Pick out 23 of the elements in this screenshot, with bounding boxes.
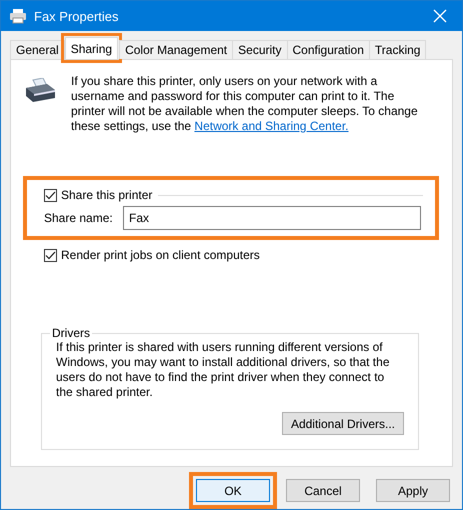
additional-drivers-button[interactable]: Additional Drivers... — [282, 412, 404, 435]
checkbox-label: Share this printer — [61, 188, 152, 202]
share-name-field[interactable]: Fax — [123, 206, 421, 230]
sharing-description: If you share this printer, only users on your network with a username and password for this computer can print to it. The printer will not be available when the computer sleeps. To change these settings, use the Network and Sharing Center. — [71, 74, 419, 134]
tab[interactable]: Configuration — [286, 40, 370, 59]
group-title: Drivers — [51, 326, 91, 340]
printer-icon — [23, 78, 57, 104]
window-title: Fax Properties — [34, 8, 120, 24]
network-sharing-center-link[interactable]: Network and Sharing Center. — [194, 119, 349, 133]
share-name-label: Share name: — [44, 211, 114, 225]
tab[interactable]: General — [10, 40, 65, 59]
tab[interactable]: Security — [232, 40, 288, 59]
tab[interactable]: Color Management — [119, 40, 234, 59]
dialog-button[interactable]: Apply — [376, 479, 450, 502]
close-icon — [433, 9, 447, 23]
checkbox[interactable] — [44, 248, 57, 262]
dialog-button[interactable]: OK — [189, 472, 277, 509]
dialog-button[interactable]: Cancel — [286, 479, 360, 502]
checkbox[interactable] — [44, 188, 57, 202]
checkbox-label: Render print jobs on client computers — [61, 248, 260, 262]
tab[interactable]: Tracking — [368, 40, 426, 59]
drivers-description: If this printer is shared with users running different versions of Windows, you may want to install additional drivers, so that the users do not have to find the print driver when they connect to the shared printer. — [56, 340, 390, 400]
printer-icon — [9, 8, 27, 24]
